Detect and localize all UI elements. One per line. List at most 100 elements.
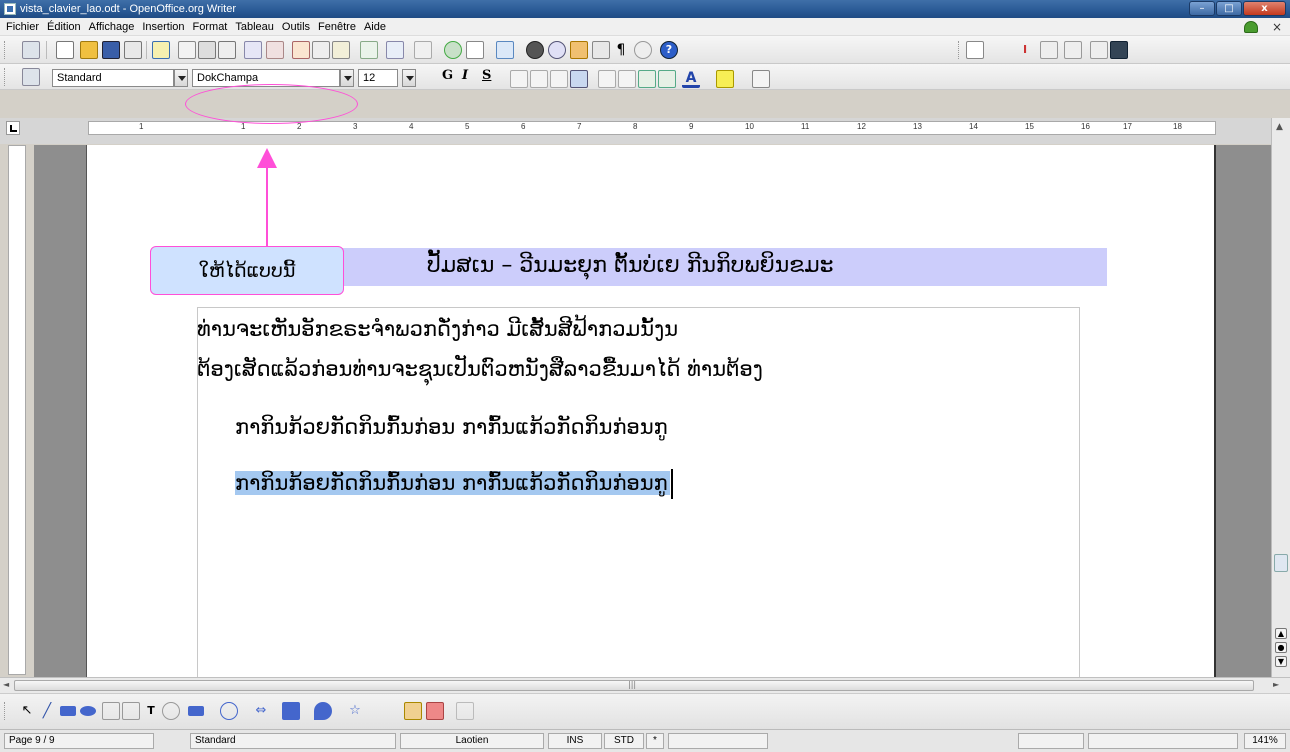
undo-icon[interactable] xyxy=(386,41,404,59)
menu-tableau[interactable]: Tableau xyxy=(231,21,278,33)
font-dropdown-arrow[interactable] xyxy=(340,69,354,87)
basic-shapes-icon[interactable] xyxy=(188,706,204,716)
symbol-shapes-icon[interactable] xyxy=(220,702,238,720)
navigator-icon[interactable] xyxy=(548,41,566,59)
table-insert-icon[interactable] xyxy=(966,41,984,59)
selected-text[interactable]: ກາກິນກ້ອຍກັດກິນກົ້ນກ່ອນ ກາກົ້ນແກ້ວກັດກິນ… xyxy=(235,471,670,495)
bold-button[interactable]: G xyxy=(442,68,453,83)
polygon-icon[interactable] xyxy=(102,702,120,720)
url-icon[interactable] xyxy=(22,41,40,59)
close-button[interactable]: x xyxy=(1243,1,1286,16)
zoom-slider[interactable] xyxy=(1088,733,1238,749)
update-icon[interactable] xyxy=(1243,21,1258,33)
paste-icon[interactable] xyxy=(332,41,350,59)
italic-button[interactable]: I xyxy=(462,68,468,83)
table-icon[interactable] xyxy=(466,41,484,59)
abc-icon[interactable] xyxy=(1040,41,1058,59)
menu-edition[interactable]: Édition xyxy=(43,21,85,33)
data-sources-icon[interactable] xyxy=(592,41,610,59)
curve-icon[interactable] xyxy=(122,702,140,720)
font-size-select[interactable]: 12 xyxy=(358,69,398,87)
selected-text-line[interactable]: ກາກິນກ້ອຍກັດກິນກົ້ນກ່ອນ ກາກົ້ນແກ້ວກັດກິນ… xyxy=(235,469,673,499)
block-arrows-icon[interactable]: ⇔ xyxy=(252,702,270,720)
selection-mode-indicator[interactable]: STD xyxy=(604,733,644,749)
paragraph-style-select[interactable]: Standard xyxy=(52,69,174,87)
increase-indent-icon[interactable] xyxy=(658,70,676,88)
toolbar-grip[interactable] xyxy=(958,41,961,59)
menu-aide[interactable]: Aide xyxy=(360,21,390,33)
export-pdf-icon[interactable] xyxy=(178,41,196,59)
menu-format[interactable]: Format xyxy=(189,21,232,33)
zoom-icon[interactable] xyxy=(634,41,652,59)
from-file-icon[interactable] xyxy=(404,702,422,720)
style-dropdown-arrow[interactable] xyxy=(174,69,188,87)
image-icon[interactable] xyxy=(1090,41,1108,59)
flowcharts-icon[interactable] xyxy=(282,702,300,720)
stars-icon[interactable]: ☆ xyxy=(346,702,364,720)
scroll-right-icon[interactable]: ► xyxy=(1273,680,1279,689)
align-right-icon[interactable] xyxy=(550,70,568,88)
previous-page-icon[interactable]: ▲ xyxy=(1275,628,1287,639)
zoom-level[interactable]: 141% xyxy=(1244,733,1286,749)
text-tool-icon[interactable]: T xyxy=(142,702,160,720)
macro-icon[interactable] xyxy=(1110,41,1128,59)
language-indicator[interactable]: Laotien xyxy=(400,733,544,749)
select-arrow-icon[interactable]: ↖ xyxy=(18,702,36,720)
page-style-indicator[interactable]: Standard xyxy=(190,733,396,749)
vertical-ruler[interactable] xyxy=(8,145,26,675)
fontwork-icon[interactable] xyxy=(426,702,444,720)
rectangle-icon[interactable] xyxy=(60,706,76,716)
callouts-icon[interactable] xyxy=(162,702,180,720)
highlighting-icon[interactable] xyxy=(716,70,734,88)
maximize-button[interactable]: □ xyxy=(1216,1,1242,16)
autospellcheck-icon[interactable] xyxy=(266,41,284,59)
toolbar-grip[interactable] xyxy=(4,41,7,59)
background-color-icon[interactable] xyxy=(752,70,770,88)
insert-mode-indicator[interactable]: INS xyxy=(548,733,602,749)
align-center-icon[interactable] xyxy=(530,70,548,88)
vertical-scrollbar[interactable]: ▲ ▲ ● ▼ xyxy=(1271,118,1290,677)
ellipse-icon[interactable] xyxy=(80,706,96,716)
gallery-icon[interactable] xyxy=(570,41,588,59)
redo-icon[interactable] xyxy=(414,41,432,59)
justify-icon[interactable] xyxy=(570,70,588,88)
size-dropdown-arrow[interactable] xyxy=(402,69,416,87)
scroll-left-icon[interactable]: ◄ xyxy=(3,680,9,689)
bullets-icon[interactable] xyxy=(618,70,636,88)
callout-shapes-icon[interactable] xyxy=(314,702,332,720)
digital-signature-indicator[interactable] xyxy=(668,733,768,749)
new-document-icon[interactable] xyxy=(56,41,74,59)
toolbar-grip[interactable] xyxy=(4,68,7,86)
tab-stop-selector[interactable] xyxy=(6,121,20,135)
clone-format-icon[interactable] xyxy=(360,41,378,59)
print-preview-icon[interactable] xyxy=(218,41,236,59)
menu-fenetre[interactable]: Fenêtre xyxy=(314,21,360,33)
styles-formatting-icon[interactable] xyxy=(22,68,40,86)
cut-icon[interactable] xyxy=(292,41,310,59)
close-document-icon[interactable]: × xyxy=(1272,20,1282,34)
edit-file-icon[interactable] xyxy=(152,41,170,59)
next-page-icon[interactable]: ▼ xyxy=(1275,656,1287,667)
horizontal-scrollbar[interactable]: ◄ ||| ► xyxy=(0,677,1290,693)
email-icon[interactable] xyxy=(124,41,142,59)
minimize-button[interactable]: – xyxy=(1189,1,1215,16)
spellcheck-icon[interactable] xyxy=(244,41,262,59)
help-icon[interactable]: ? xyxy=(660,41,678,59)
show-draw-functions-icon[interactable] xyxy=(496,41,514,59)
document-page[interactable]: ປັ້ມສເນ – ວີນມະຍຸກ ຕັ້ນບ່ເຍ ກີນກິບພຍິນຂມ… xyxy=(86,145,1216,677)
extrusion-icon[interactable] xyxy=(456,702,474,720)
menu-outils[interactable]: Outils xyxy=(278,21,314,33)
navigation-icon[interactable]: ● xyxy=(1275,642,1287,653)
menu-insertion[interactable]: Insertion xyxy=(138,21,188,33)
copy-icon[interactable] xyxy=(312,41,330,59)
open-icon[interactable] xyxy=(80,41,98,59)
numbering-icon[interactable] xyxy=(598,70,616,88)
sort-icon[interactable] xyxy=(1064,41,1082,59)
decrease-indent-icon[interactable] xyxy=(638,70,656,88)
view-layout-buttons[interactable] xyxy=(1018,733,1084,749)
scroll-up-icon[interactable]: ▲ xyxy=(1276,122,1283,132)
page-indicator[interactable]: Page 9 / 9 xyxy=(4,733,154,749)
underline-button[interactable]: S xyxy=(482,68,491,83)
menu-fichier[interactable]: Fichier xyxy=(0,21,43,33)
font-color-icon[interactable]: A xyxy=(682,70,700,88)
